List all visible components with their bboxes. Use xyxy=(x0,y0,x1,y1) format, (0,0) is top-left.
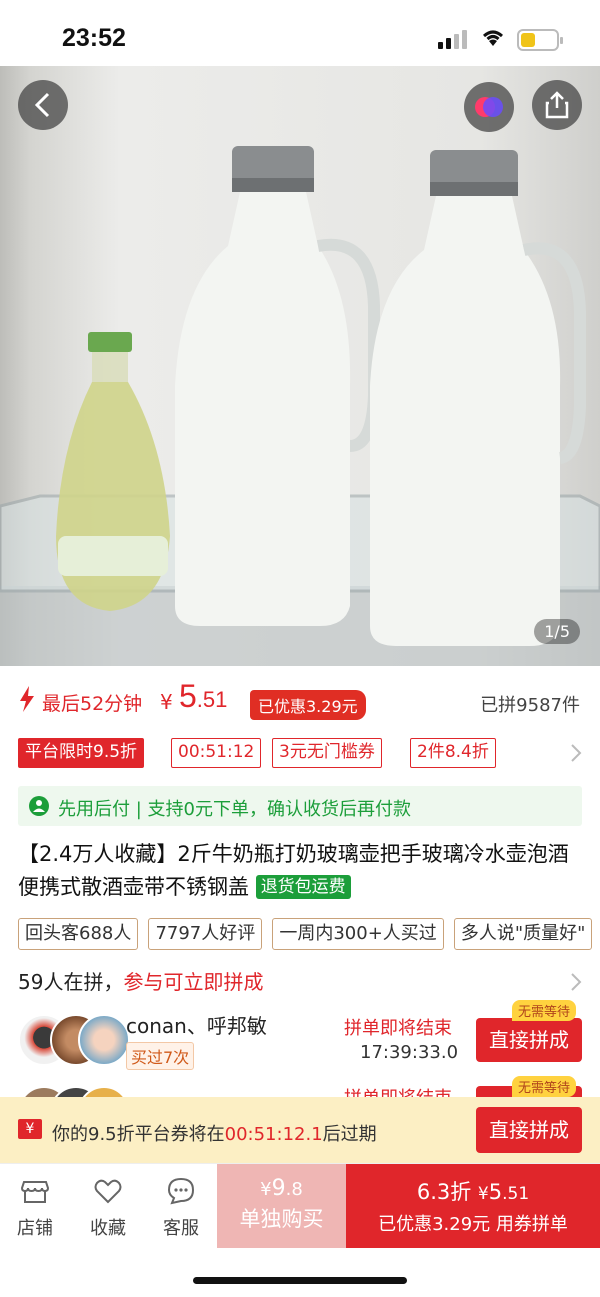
countdown-label: 最后52分钟 xyxy=(42,693,143,715)
group-item: conan、呼邦敏 买过7次 拼单即将结束 17:39:33.0 直接拼成 无需… xyxy=(18,1000,588,1080)
product-title: 【2.4万人收藏】2斤牛奶瓶打奶玻璃壶把手玻璃冷水壶泡酒便携式散酒壶带不锈钢盖 … xyxy=(18,838,588,904)
price-row: 最后52分钟 ¥ 5.51 已优惠3.29元 已拼9587件 xyxy=(0,666,600,738)
favorite-button[interactable]: 收藏 xyxy=(78,1176,138,1240)
promo-row[interactable]: 平台限时9.5折 00:51:12 3元无门槛券 2件8.4折 xyxy=(0,736,600,776)
favorite-label: 收藏 xyxy=(90,1218,126,1239)
repeat-purchase-tag: 买过7次 xyxy=(126,1042,195,1070)
pay-later-text: 先用后付 | 支持0元下单，确认收货后再付款 xyxy=(58,799,411,820)
platform-discount-tag: 平台限时9.5折 xyxy=(18,738,145,768)
saved-amount-tag: 已优惠3.29元 xyxy=(250,690,366,720)
buy-single-button[interactable]: ¥9.8 单独购买 xyxy=(217,1164,346,1248)
chevron-right-icon xyxy=(571,744,582,762)
tag-good-reviews[interactable]: 7797人好评 xyxy=(148,918,263,950)
review-tags: 回头客688人 7797人好评 一周内300+人买过 多人说"质量好" xyxy=(18,918,600,952)
current-price: 5.51 xyxy=(179,678,228,714)
lightning-icon xyxy=(20,686,34,712)
product-photo-illustration xyxy=(0,146,600,666)
join-group-button[interactable]: 直接拼成 xyxy=(476,1018,582,1062)
group-member-names: conan、呼邦敏 xyxy=(126,1014,267,1038)
pay-later-icon xyxy=(29,796,49,816)
group-label: 已优惠3.29元 用券拼单 xyxy=(378,1214,568,1235)
single-label: 单独购买 xyxy=(239,1207,324,1231)
chevron-left-icon xyxy=(34,92,50,118)
store-label: 店铺 xyxy=(17,1218,53,1239)
pay-later-banner[interactable]: 先用后付 | 支持0元下单，确认收货后再付款 xyxy=(18,786,582,826)
store-icon xyxy=(20,1181,50,1203)
heart-icon xyxy=(94,1179,122,1204)
tag-quality[interactable]: 多人说"质量好" xyxy=(453,918,593,950)
coupon-icon: ¥ xyxy=(18,1119,42,1139)
avatar xyxy=(78,1014,130,1066)
group-count: 59人在拼， xyxy=(18,970,124,994)
free-return-badge: 退货包运费 xyxy=(255,875,351,899)
group-ending-label: 拼单即将结束 xyxy=(344,1018,452,1039)
status-bar: 23:52 xyxy=(0,0,600,66)
sold-count: 已拼9587件 xyxy=(480,695,580,716)
battery-icon xyxy=(517,29,563,51)
ai-assistant-button[interactable] xyxy=(464,82,514,132)
coupon-tag: 3元无门槛券 xyxy=(272,738,382,768)
promo-countdown: 00:51:12 xyxy=(171,738,262,768)
image-page-indicator: 1/5 xyxy=(534,619,580,644)
group-cta: 参与可立即拼成 xyxy=(123,970,264,994)
store-button[interactable]: 店铺 xyxy=(5,1176,65,1240)
wifi-icon xyxy=(483,30,503,46)
group-ending-label: 拼单即将结束 xyxy=(344,1086,452,1097)
ai-orb-icon xyxy=(475,97,503,117)
buy-group-button[interactable]: 6.3折 ¥5.51 已优惠3.29元 用券拼单 xyxy=(346,1164,600,1248)
coupon-expiry-text: 你的9.5折平台券将在00:51:12.1后过期 xyxy=(52,1124,377,1145)
back-button[interactable] xyxy=(18,80,68,130)
share-button[interactable] xyxy=(532,80,582,130)
multi-buy-tag: 2件8.4折 xyxy=(410,738,496,768)
tag-weekly-buyers[interactable]: 一周内300+人买过 xyxy=(272,918,444,950)
chat-icon xyxy=(167,1177,195,1205)
group-avatars xyxy=(18,1010,130,1070)
no-wait-badge: 无需等待 xyxy=(512,1076,577,1097)
group-item: 拼单即将结束 直接拼成 xyxy=(18,1086,588,1097)
coupon-expiry-bar: ¥ 你的9.5折平台券将在00:51:12.1后过期 直接拼成 xyxy=(0,1097,600,1163)
customer-service-button[interactable]: 客服 xyxy=(151,1176,211,1240)
home-indicator[interactable] xyxy=(193,1277,407,1284)
group-buy-header[interactable]: 59人在拼，参与可立即拼成 xyxy=(18,966,263,995)
bottom-action-bar: 店铺 收藏 客服 ¥9.8 单独购买 6.3折 ¥5.51 已优惠3.29元 用… xyxy=(0,1163,600,1248)
product-image[interactable]: 1/5 xyxy=(0,66,600,666)
status-time: 23:52 xyxy=(62,24,126,52)
group-price: 6.3折 ¥5.51 xyxy=(416,1180,530,1204)
no-wait-badge: 无需等待 xyxy=(512,1000,577,1021)
signal-icon xyxy=(438,30,467,49)
currency-symbol: ¥ xyxy=(160,690,173,714)
share-icon xyxy=(545,91,569,119)
chevron-right-icon xyxy=(571,973,582,991)
tag-repeat-customers[interactable]: 回头客688人 xyxy=(18,918,139,950)
group-countdown: 17:39:33.0 xyxy=(360,1042,459,1063)
service-label: 客服 xyxy=(163,1218,199,1239)
coupon-join-button[interactable]: 直接拼成 xyxy=(476,1107,582,1153)
single-price: ¥9.8 xyxy=(260,1176,303,1201)
group-avatars xyxy=(18,1086,130,1097)
